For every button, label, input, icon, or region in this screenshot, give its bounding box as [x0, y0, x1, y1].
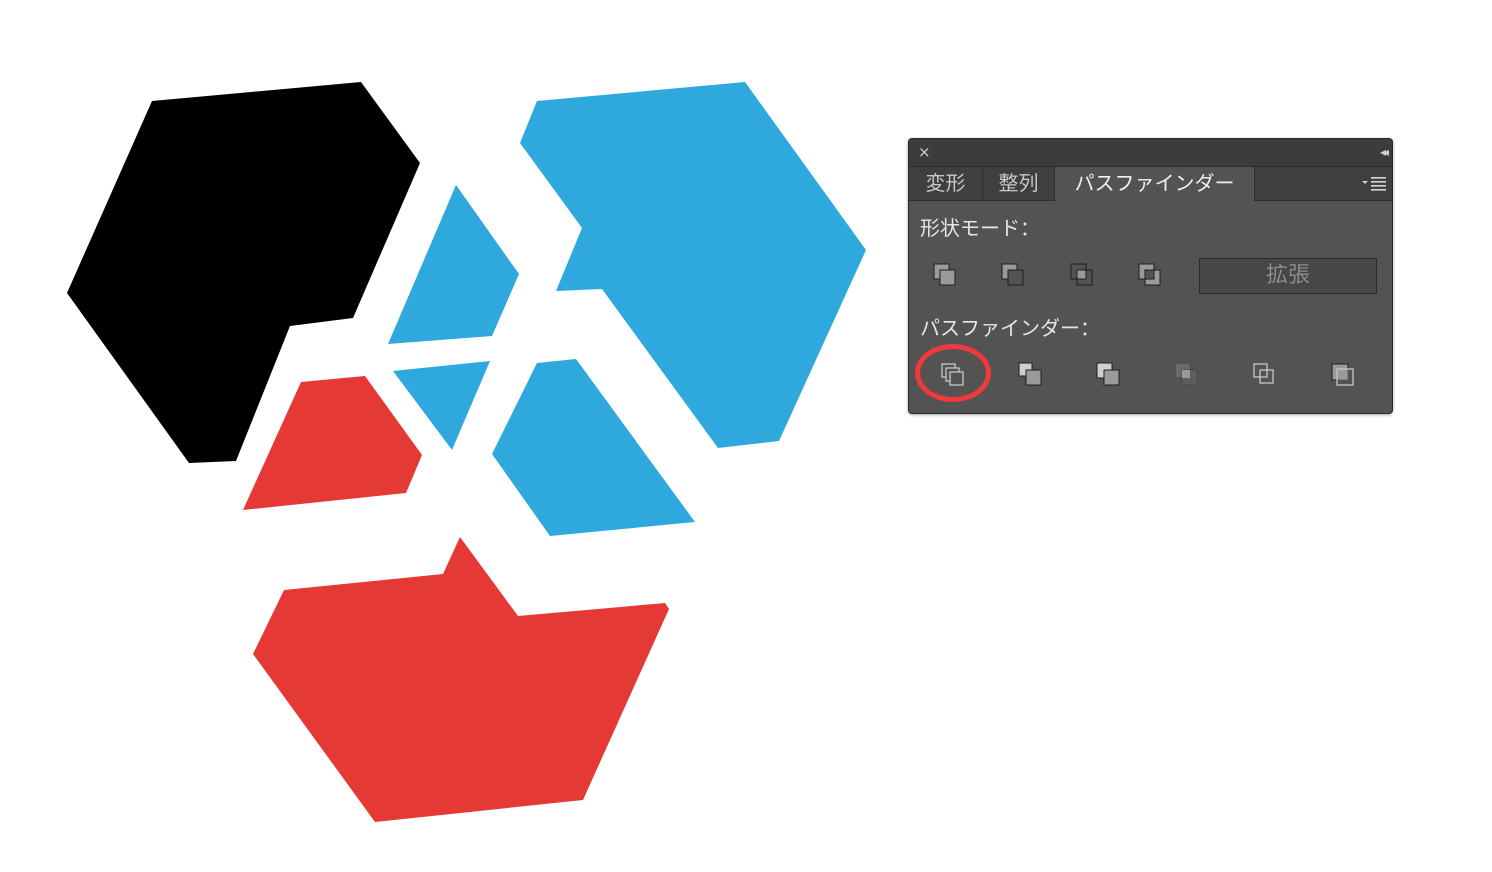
red-upper-piece[interactable]	[243, 376, 422, 510]
panel-menu-icon[interactable]	[1362, 175, 1388, 191]
outline-icon[interactable]	[1248, 359, 1284, 393]
minus-front-icon[interactable]	[996, 259, 1032, 293]
unite-icon[interactable]	[928, 259, 964, 293]
crop-icon[interactable]	[1170, 359, 1206, 393]
expand-button[interactable]: 拡張	[1199, 258, 1377, 294]
tab-align[interactable]: 整列	[983, 167, 1055, 200]
divide-highlight-ring	[915, 344, 991, 402]
red-lower-piece[interactable]	[253, 537, 669, 822]
exclude-icon[interactable]	[1133, 259, 1169, 293]
pathfinder-label: パスファインダー：	[920, 316, 1100, 340]
merge-icon[interactable]	[1092, 359, 1128, 393]
tab-pathfinder[interactable]: パスファインダー	[1055, 167, 1255, 201]
close-icon[interactable]: ×	[918, 144, 931, 160]
panel-tab-row: 変形 整列 パスファインダー	[909, 167, 1392, 201]
panel-titlebar: × ◂◂	[909, 139, 1392, 167]
collapse-icon[interactable]: ◂◂	[1380, 144, 1389, 160]
artboard-canvas	[67, 82, 866, 822]
trim-icon[interactable]	[1014, 359, 1050, 393]
shape-modes-label: 形状モード：	[920, 216, 1040, 240]
tab-transform[interactable]: 変形	[909, 167, 983, 200]
minus-back-icon[interactable]	[1326, 359, 1362, 393]
intersect-icon[interactable]	[1065, 259, 1101, 293]
blue-inner-triangle-piece[interactable]	[388, 185, 519, 344]
blue-inner-large-piece[interactable]	[492, 359, 695, 536]
pathfinder-panel: × ◂◂ 変形 整列 パスファインダー 形状モード： 拡張 パスファインダー：	[908, 138, 1393, 414]
